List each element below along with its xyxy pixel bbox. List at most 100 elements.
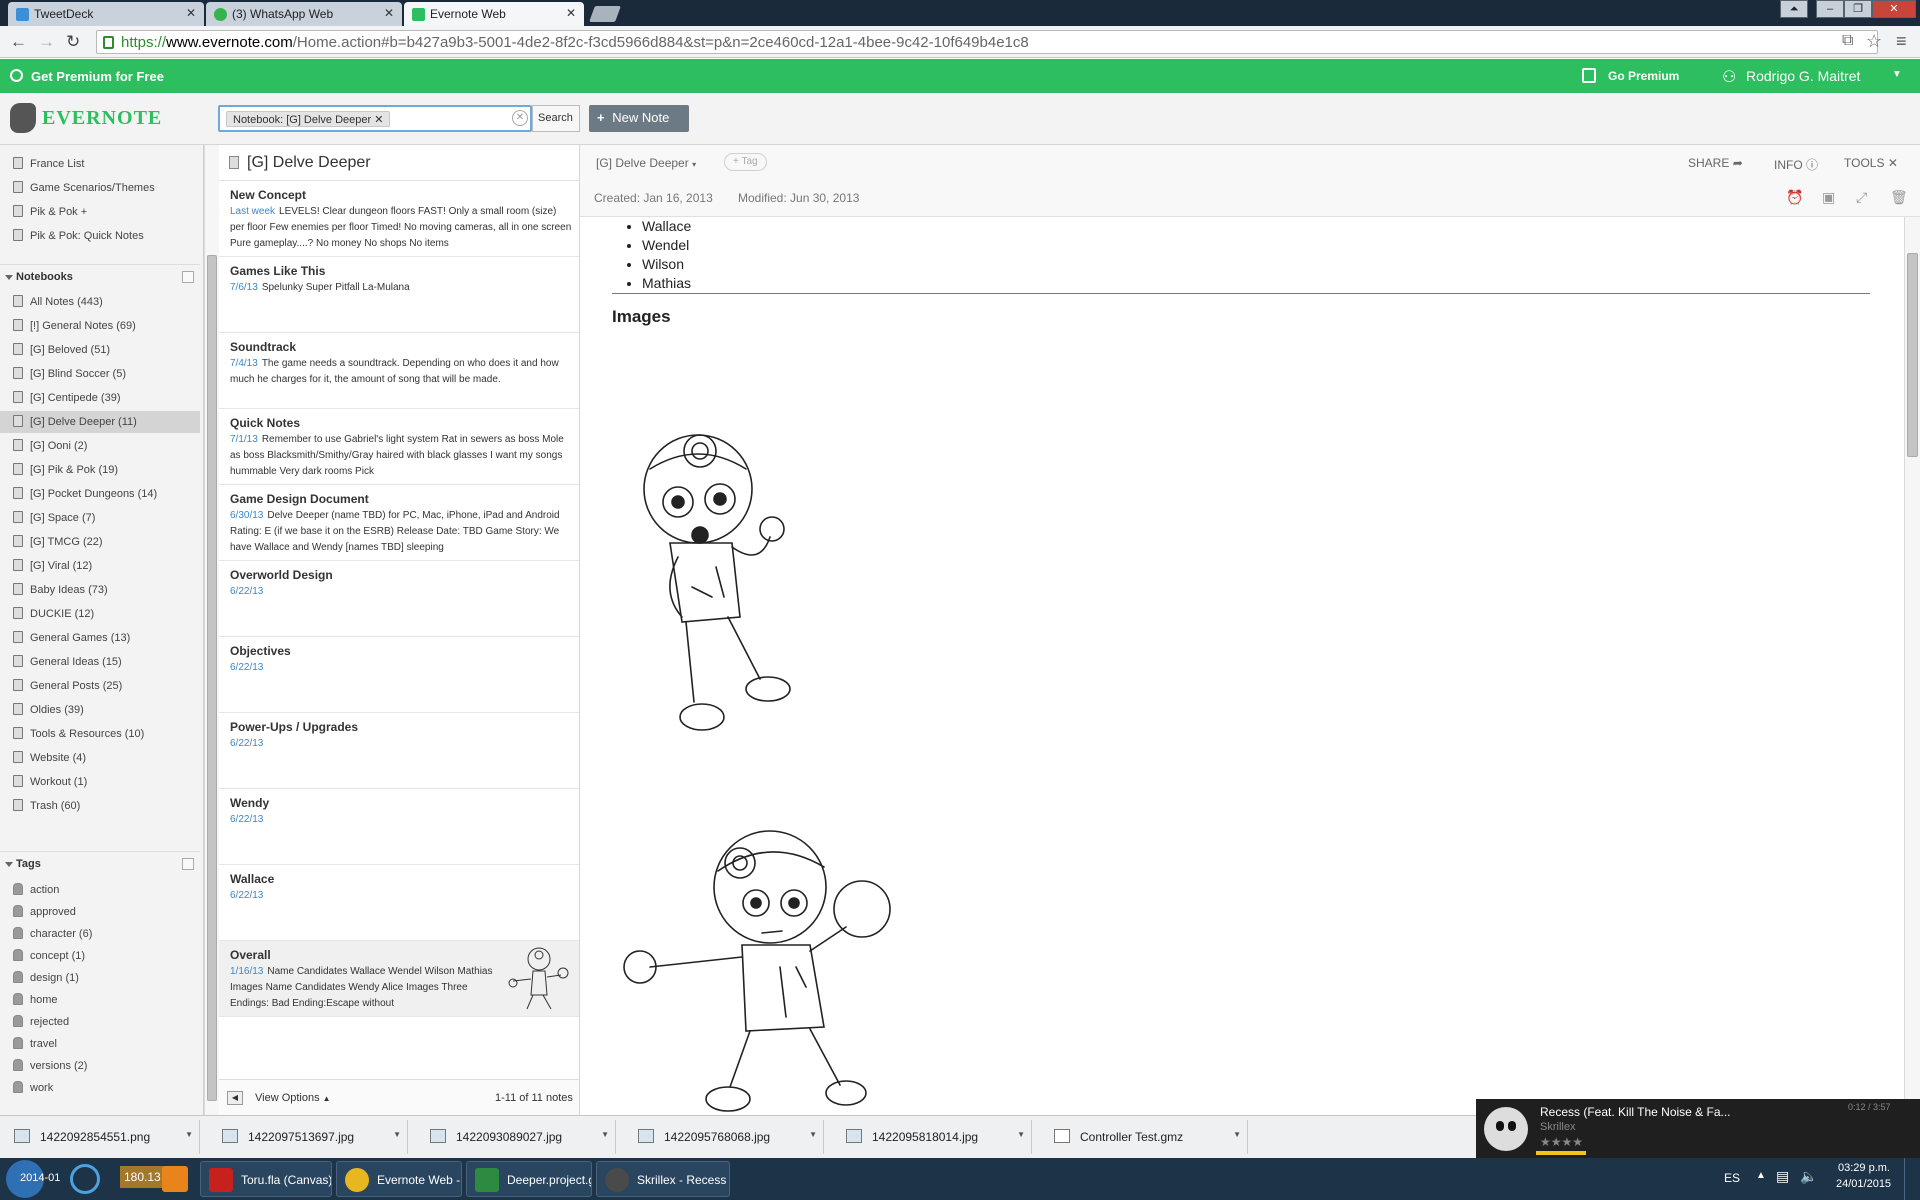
download-item[interactable]: 1422095768068.jpg ▼	[624, 1120, 824, 1154]
tag-item[interactable]: versions (2)	[0, 1055, 200, 1077]
notebook-item[interactable]: [G] Space (7)	[0, 507, 200, 529]
notebook-item[interactable]: DUCKIE (12)	[0, 603, 200, 625]
language-indicator[interactable]: ES	[1724, 1171, 1740, 1185]
notebook-item[interactable]: Oldies (39)	[0, 699, 200, 721]
view-options-button[interactable]: View Options ▲	[255, 1092, 331, 1104]
progress-bar[interactable]	[1536, 1151, 1586, 1155]
notebook-item[interactable]: [G] Beloved (51)	[0, 339, 200, 361]
user-name[interactable]: Rodrigo G. Maitret	[1746, 68, 1860, 84]
note-card[interactable]: Quick Notes 7/1/13 Remember to use Gabriel…	[219, 409, 579, 485]
tag-item[interactable]: approved	[0, 901, 200, 923]
notebook-item-selected[interactable]: [G] Delve Deeper (11)	[0, 411, 200, 433]
notebook-item[interactable]: [G] Pocket Dungeons (14)	[0, 483, 200, 505]
tag-item[interactable]: concept (1)	[0, 945, 200, 967]
taskbar-item[interactable]: Skrillex - Recess (F...	[596, 1161, 730, 1197]
show-desktop-button[interactable]	[1904, 1158, 1920, 1200]
share-button[interactable]: SHARE ➦	[1688, 156, 1743, 170]
translate-icon[interactable]: ⧉	[1842, 32, 1853, 50]
note-card[interactable]: Game Design Document 6/30/13 Delve Deeper …	[219, 485, 579, 561]
chevron-down-icon[interactable]: ▼	[1233, 1130, 1241, 1139]
sidebar-scrollbar[interactable]	[204, 145, 219, 1115]
ie-icon[interactable]	[70, 1164, 100, 1194]
back-arrow-icon[interactable]: ◀	[227, 1091, 243, 1105]
trash-icon[interactable]: 🗑	[1890, 189, 1908, 206]
trash-item[interactable]: Trash (60)	[0, 795, 200, 817]
clear-search-icon[interactable]: ✕	[512, 110, 528, 126]
taskbar-item[interactable]: Toru.fla (Canvas)	[200, 1161, 332, 1197]
notebook-item[interactable]: Tools & Resources (10)	[0, 723, 200, 745]
note-card[interactable]: Wallace 6/22/13	[219, 865, 579, 941]
tools-button[interactable]: TOOLS ✕	[1844, 156, 1898, 170]
new-note-button[interactable]: + New Note	[589, 105, 689, 132]
pinned-app[interactable]: 180.13	[120, 1166, 165, 1188]
note-card[interactable]: Overworld Design 6/22/13	[219, 561, 579, 637]
notebook-item[interactable]: [G] Centipede (39)	[0, 387, 200, 409]
notebook-item[interactable]: [G] Viral (12)	[0, 555, 200, 577]
volume-icon[interactable]: 🔈	[1800, 1168, 1817, 1185]
note-scrollbar[interactable]	[1904, 217, 1920, 1115]
chevron-down-icon[interactable]: ▼	[1892, 69, 1902, 80]
rating-stars[interactable]: ★★★★	[1540, 1135, 1583, 1149]
notebook-selector[interactable]: [G] Delve Deeper ▾	[596, 156, 696, 170]
present-icon[interactable]: ▣	[1822, 189, 1835, 206]
shortcut-item[interactable]: Pik & Pok: Quick Notes	[0, 225, 200, 247]
note-card[interactable]: Soundtrack 7/4/13 The game needs a soundtr…	[219, 333, 579, 409]
note-card[interactable]: Games Like This 7/6/13 Spelunky Super Pitf…	[219, 257, 579, 333]
notebook-item[interactable]: All Notes (443)	[0, 291, 200, 313]
notebook-item[interactable]: Workout (1)	[0, 771, 200, 793]
download-item[interactable]: 1422097513697.jpg ▼	[208, 1120, 408, 1154]
tags-heading[interactable]: Tags	[0, 851, 200, 875]
shortcut-item[interactable]: France List	[0, 153, 200, 175]
media-player-icon[interactable]	[162, 1166, 188, 1192]
note-card[interactable]: Objectives 6/22/13	[219, 637, 579, 713]
notebook-item[interactable]: [G] Pik & Pok (19)	[0, 459, 200, 481]
note-card[interactable]: Power-Ups / Upgrades 6/22/13	[219, 713, 579, 789]
taskbar-item[interactable]: Deeper.project.g...	[466, 1161, 592, 1197]
download-item[interactable]: Controller Test.gmz ▼	[1040, 1120, 1248, 1154]
tag-item[interactable]: character (6)	[0, 923, 200, 945]
notebook-item[interactable]: Baby Ideas (73)	[0, 579, 200, 601]
dropdown-icon[interactable]	[182, 858, 194, 870]
notebook-item[interactable]: Website (4)	[0, 747, 200, 769]
tab-evernote[interactable]: Evernote Web ✕	[404, 2, 584, 26]
notebook-item[interactable]: General Ideas (15)	[0, 651, 200, 673]
back-icon[interactable]: ←	[10, 32, 27, 52]
tag-item[interactable]: action	[0, 879, 200, 901]
search-button[interactable]: Search	[532, 105, 580, 132]
chevron-down-icon[interactable]: ▼	[1017, 1130, 1025, 1139]
note-card-selected[interactable]: Overall 1/16/13 Name Candidates Wallace W…	[219, 941, 579, 1017]
chevron-down-icon[interactable]: ▼	[601, 1130, 609, 1139]
get-premium-link[interactable]: Get Premium for Free	[31, 69, 164, 84]
note-card[interactable]: Wendy 6/22/13	[219, 789, 579, 865]
bookmark-star-icon[interactable]: ☆	[1866, 31, 1882, 52]
tag-item[interactable]: design (1)	[0, 967, 200, 989]
notebook-item[interactable]: General Posts (25)	[0, 675, 200, 697]
note-card[interactable]: New Concept Last week LEVELS! Clear dungeo…	[219, 181, 579, 257]
close-window-button[interactable]: ✕	[1872, 0, 1916, 18]
reminder-icon[interactable]: ⏰	[1786, 189, 1803, 206]
download-item[interactable]: 1422095818014.jpg ▼	[832, 1120, 1032, 1154]
chevron-down-icon[interactable]: ▼	[185, 1130, 193, 1139]
go-premium-link[interactable]: Go Premium	[1608, 69, 1679, 83]
search-input[interactable]: Notebook: [G] Delve Deeper ✕ ✕	[218, 105, 532, 132]
reload-icon[interactable]: ↻	[66, 32, 80, 52]
menu-icon[interactable]: ≡	[1896, 31, 1907, 52]
add-tag-button[interactable]: + Tag	[724, 153, 767, 171]
restore-button[interactable]: ❐	[1844, 0, 1872, 18]
notebook-item[interactable]: [G] Ooni (2)	[0, 435, 200, 457]
chevron-down-icon[interactable]: ▼	[393, 1130, 401, 1139]
info-button[interactable]: INFO ⓘ	[1774, 156, 1818, 173]
new-tab-button[interactable]	[589, 6, 621, 22]
chevron-down-icon[interactable]: ▼	[809, 1130, 817, 1139]
clock-time[interactable]: 03:29 p.m.	[1838, 1162, 1890, 1174]
tab-whatsapp[interactable]: (3) WhatsApp Web ✕	[206, 2, 402, 26]
notebook-item[interactable]: [G] Blind Soccer (5)	[0, 363, 200, 385]
download-item[interactable]: 1422092854551.png ▼	[0, 1120, 200, 1154]
download-item[interactable]: 1422093089027.jpg ▼	[416, 1120, 616, 1154]
tag-item[interactable]: work	[0, 1077, 200, 1099]
close-icon[interactable]: ✕	[186, 6, 196, 20]
character-sketch-image[interactable]	[610, 817, 930, 1115]
scrollbar-thumb[interactable]	[1907, 253, 1918, 457]
minimize-button[interactable]: –	[1816, 0, 1844, 18]
notebook-filter-chip[interactable]: Notebook: [G] Delve Deeper ✕	[226, 111, 391, 127]
